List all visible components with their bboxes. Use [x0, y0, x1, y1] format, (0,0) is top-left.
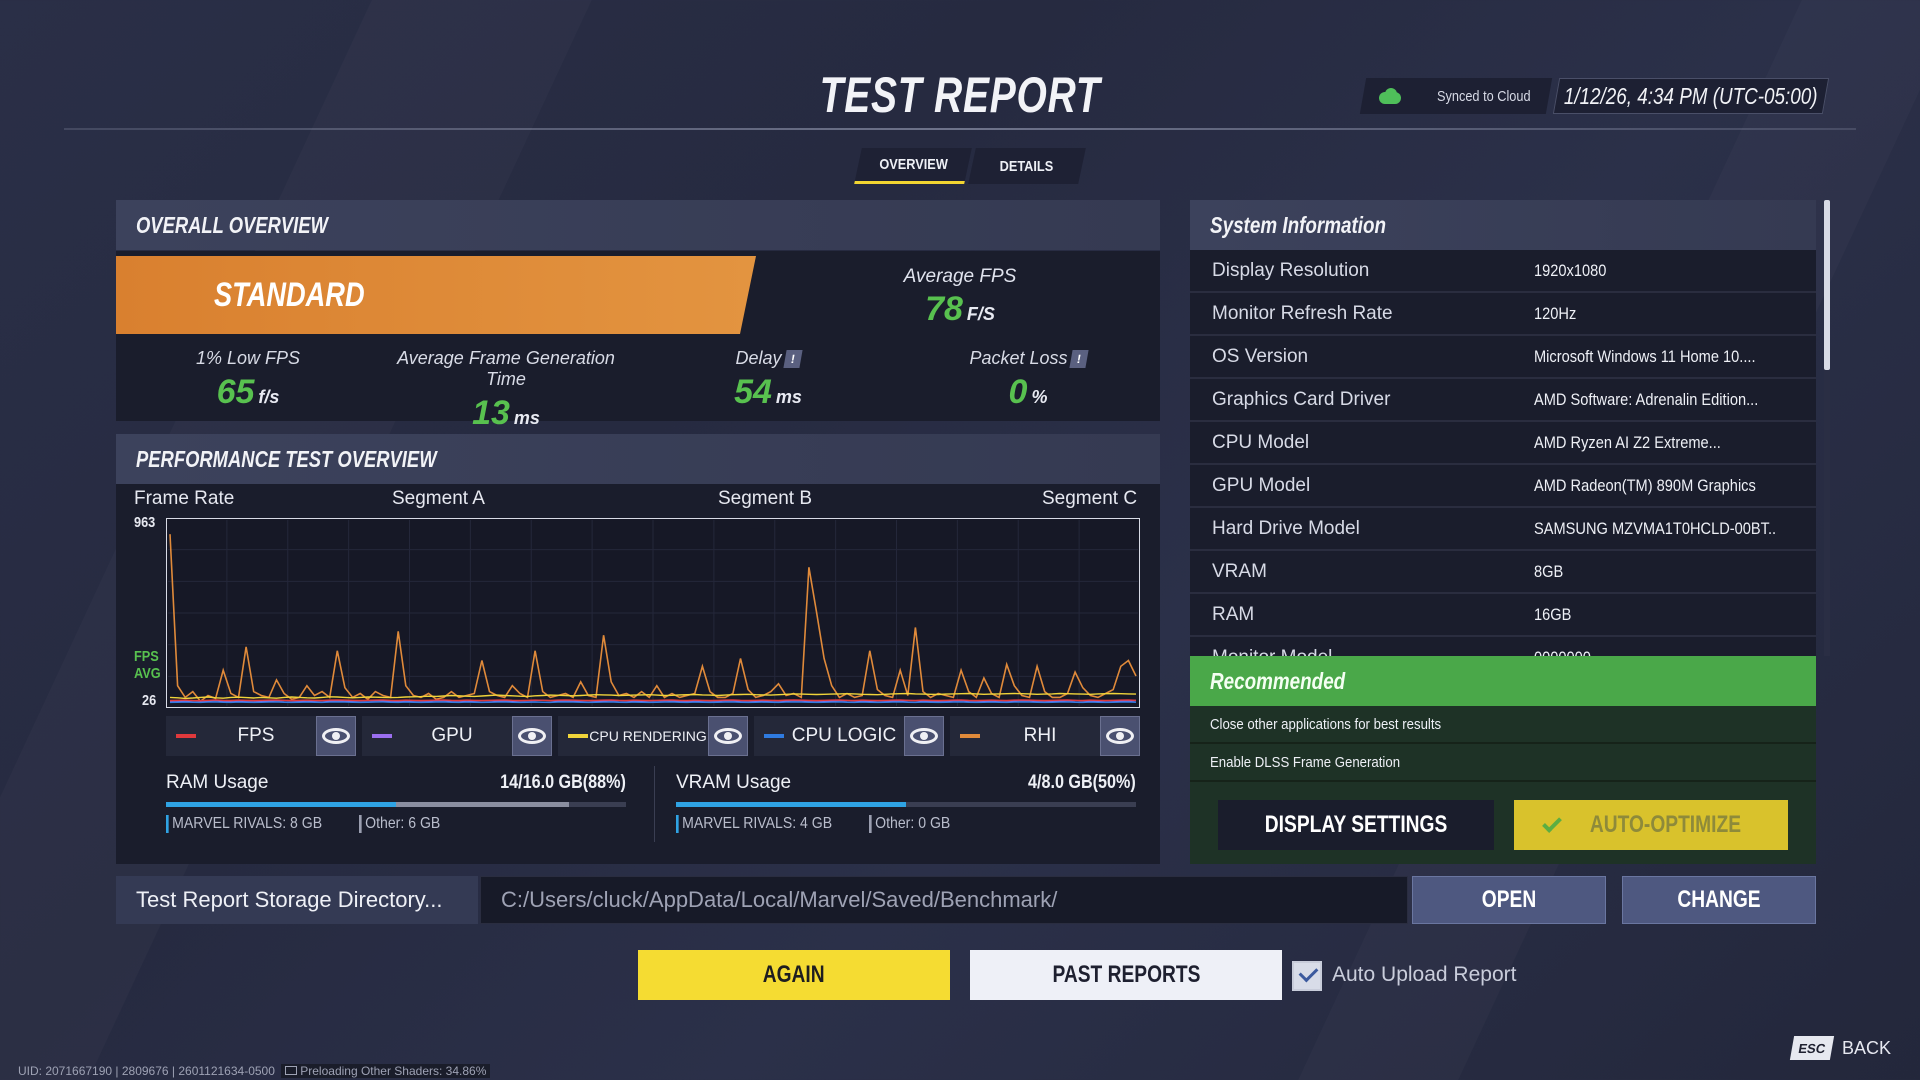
y-min-label: 26: [142, 692, 157, 709]
sys-row-os-version: OS Version Microsoft Windows 11 Home 10..…: [1190, 336, 1816, 379]
segment-c-label: Segment C: [1042, 488, 1138, 509]
vram-usage-bar: [676, 802, 1136, 807]
legend-item-rhi: RHI: [950, 716, 1140, 756]
checkmark-icon: [1541, 813, 1562, 833]
recommendation-item: Enable DLSS Frame Generation: [1190, 744, 1816, 782]
avg-fps-label: Average FPS: [903, 266, 1017, 287]
system-information-panel[interactable]: System Information Display Resolution 192…: [1190, 200, 1816, 656]
series-line-cpu-logic: [169, 701, 1137, 704]
storage-directory-label: Test Report Storage Directory...: [116, 876, 478, 924]
recommendation-item: Close other applications for best result…: [1190, 706, 1816, 744]
back-button[interactable]: BACK: [1842, 1038, 1891, 1059]
chart-legend: FPS GPU CPU RENDERING CPU LOGIC RHI: [166, 716, 1140, 756]
avg-fps-value: 78 F/S: [925, 290, 995, 328]
frame-rate-label: Frame Rate: [134, 488, 235, 509]
sys-row-monitor-model: Monitor Model0000000: [1190, 637, 1816, 657]
legend-item-fps: FPS: [166, 716, 356, 756]
report-tabs: OVERVIEW DETAILS: [854, 148, 1086, 184]
sys-row-display-resolution: Display Resolution 1920x1080: [1190, 250, 1816, 293]
auto-upload-checkbox[interactable]: [1292, 961, 1322, 991]
info-icon[interactable]: !: [1068, 350, 1089, 369]
ram-usage-bar: [166, 802, 626, 807]
metric-low-fps: 1% Low FPS 65 f/s: [195, 348, 301, 411]
uid-text: UID: 2071667190 | 2809676 | 2601121634-0…: [18, 1064, 275, 1078]
esc-key-hint[interactable]: ESC: [1789, 1036, 1835, 1060]
grade-banner: STANDARD: [116, 256, 756, 334]
shader-preload-status: Preloading Other Shaders: 34.86%: [280, 1064, 491, 1078]
frame-rate-chart-svg: [165, 517, 1141, 709]
fps-avg-label: FPS AVG: [134, 648, 161, 682]
grade-text: STANDARD: [214, 276, 365, 314]
legend-swatch: [764, 734, 784, 738]
auto-upload-label: Auto Upload Report: [1332, 963, 1517, 986]
sys-row-ram: RAM 16GB: [1190, 594, 1816, 637]
report-date-text: 1/12/26, 4:34 PM (UTC-05:00): [1564, 82, 1818, 109]
ram-game-fill: [166, 802, 396, 807]
auto-optimize-button[interactable]: AUTO-OPTIMIZE: [1514, 800, 1788, 850]
metric-frame-gen-time: Average Frame Generation Time 13 ms: [397, 348, 615, 432]
legend-item-cpu-rendering: CPU RENDERING: [558, 716, 748, 756]
past-reports-button[interactable]: PAST REPORTS: [970, 950, 1282, 1000]
storage-directory-path[interactable]: C:/Users/cluck/AppData/Local/Marvel/Save…: [480, 876, 1408, 924]
status-footer: UID: 2071667190 | 2809676 | 2601121634-0…: [18, 1064, 491, 1078]
legend-item-cpu-logic: CPU LOGIC: [754, 716, 944, 756]
sys-row-graphics-driver: Graphics Card Driver AMD Software: Adrena…: [1190, 379, 1816, 422]
performance-overview-header: PERFORMANCE TEST OVERVIEW: [116, 434, 1160, 484]
metric-delay: Delay! 54 ms: [734, 348, 803, 411]
change-directory-button[interactable]: CHANGE: [1622, 876, 1816, 924]
eye-icon: [1106, 728, 1134, 744]
toggle-rhi-visibility-button[interactable]: [1100, 716, 1140, 756]
toggle-cpu-logic-visibility-button[interactable]: [904, 716, 944, 756]
toggle-gpu-visibility-button[interactable]: [512, 716, 552, 756]
eye-icon: [910, 728, 938, 744]
again-button[interactable]: AGAIN: [638, 950, 950, 1000]
sys-row-cpu-model: CPU Model AMD Ryzen AI Z2 Extreme...: [1190, 422, 1816, 465]
open-directory-button[interactable]: OPEN: [1412, 876, 1606, 924]
sys-row-vram: VRAM 8GB: [1190, 551, 1816, 594]
monitor-icon: [284, 1066, 297, 1075]
report-timestamp: 1/12/26, 4:34 PM (UTC-05:00): [1552, 78, 1830, 114]
sys-row-refresh-rate: Monitor Refresh Rate 120Hz: [1190, 293, 1816, 336]
legend-swatch: [568, 734, 588, 738]
frame-rate-chart: [165, 517, 1141, 709]
ram-other-fill: [396, 802, 569, 807]
header-divider: [64, 128, 1856, 130]
segment-a-label: Segment A: [392, 488, 485, 509]
tab-details[interactable]: DETAILS: [968, 148, 1086, 184]
info-icon[interactable]: !: [782, 350, 803, 369]
eye-icon: [518, 728, 546, 744]
cloud-sync-status: Synced to Cloud: [1359, 78, 1553, 114]
eye-icon: [714, 728, 742, 744]
vram-game-fill: [676, 802, 906, 807]
legend-swatch: [372, 734, 392, 738]
sync-status-text: Synced to Cloud: [1437, 87, 1531, 105]
system-info-scrollbar-thumb[interactable]: [1824, 200, 1830, 370]
vram-usage: VRAM Usage 4/8.0 GB(50%) MARVEL RIVALS: 4…: [676, 772, 1136, 833]
y-max-label: 963: [134, 514, 156, 531]
ram-usage: RAM Usage 14/16.0 GB(88%) MARVEL RIVALS: …: [166, 772, 626, 833]
display-settings-button[interactable]: DISPLAY SETTINGS: [1218, 800, 1494, 850]
toggle-cpu-rendering-visibility-button[interactable]: [708, 716, 748, 756]
system-info-scrollbar-track[interactable]: [1824, 370, 1830, 656]
eye-icon: [322, 728, 350, 744]
legend-swatch: [176, 734, 196, 738]
legend-item-gpu: GPU: [362, 716, 552, 756]
system-information-header: System Information: [1190, 200, 1816, 250]
metric-packet-loss: Packet Loss! 0%: [898, 348, 1158, 412]
usage-divider: [654, 766, 655, 842]
toggle-fps-visibility-button[interactable]: [316, 716, 356, 756]
segment-b-label: Segment B: [718, 488, 812, 509]
sys-row-gpu-model: GPU Model AMD Radeon(TM) 890M Graphics: [1190, 465, 1816, 508]
series-line-fps: [169, 699, 1137, 702]
tab-overview[interactable]: OVERVIEW: [854, 148, 972, 184]
sys-row-hard-drive: Hard Drive Model SAMSUNG MZVMA1T0HCLD-00B…: [1190, 508, 1816, 551]
overall-overview-header: OVERALL OVERVIEW: [116, 200, 1160, 250]
recommended-header: Recommended: [1190, 656, 1816, 706]
legend-swatch: [960, 734, 980, 738]
cloud-icon: [1377, 88, 1403, 104]
